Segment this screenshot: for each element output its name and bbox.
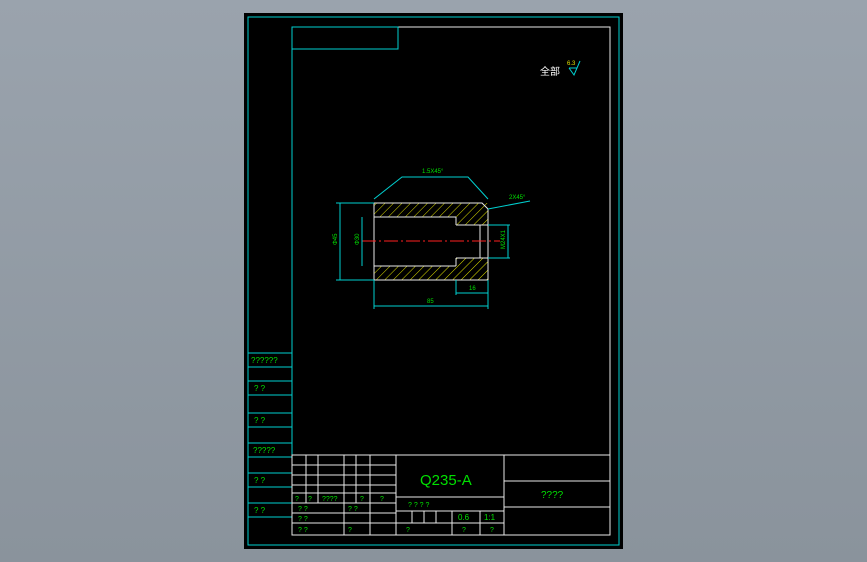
dim-thread: M24X1 [501, 229, 507, 249]
dim-inner-diameter: Φ30 [355, 233, 361, 245]
dim-length-thread: 16 [469, 286, 476, 292]
dim-length-total: 85 [427, 299, 434, 305]
dim-outer-diameter: Φ45 [333, 233, 339, 245]
right-chamfer-leader [487, 200, 531, 210]
left-strip-6: ? ? [254, 506, 266, 515]
sign-row-5: ? [380, 496, 384, 503]
part-name: ???? [541, 490, 564, 501]
surface-note-label: 全部 [540, 65, 560, 78]
dim-top-chamfer: 1.5X45° [422, 169, 444, 175]
bottom-cell-1: ? ? ? ? [408, 502, 430, 509]
bottom-cell-3: ? [462, 527, 466, 534]
left-strip-2: ? ? [254, 384, 266, 393]
surface-roughness-value: 6.3 [567, 61, 576, 67]
row-mark-4: ? ? [298, 527, 308, 534]
material-label: Q235-A [420, 472, 472, 489]
row-mark-3: ? ? [298, 516, 308, 523]
hatch-bottom-wall [374, 266, 456, 280]
bottom-cell-2: ? [406, 527, 410, 534]
row-mark-1: ? ? [298, 506, 308, 513]
left-strip-4: ????? [253, 446, 276, 455]
left-strip-5: ? ? [254, 476, 266, 485]
sign-row-2: ? [308, 496, 312, 503]
sign-row-3: ???? [322, 496, 338, 503]
hatch-thread-top [456, 203, 488, 225]
top-chamfer-leader [373, 176, 489, 200]
outer-frame [247, 16, 620, 546]
scale-value: 0.6 [458, 513, 470, 522]
left-strip-3: ? ? [254, 416, 266, 425]
left-strip: ?????? ? ? ? ? ????? ? ? ? ? [247, 352, 293, 518]
hatch-thread-bottom [456, 258, 488, 280]
cad-drawing: 全部 6.3 1.5X45° 2X45° Φ45 Φ30 M24X1 85 16 [247, 16, 620, 546]
row-mark-2: ? ? [348, 506, 358, 513]
drawing-sheet: 全部 6.3 1.5X45° 2X45° Φ45 Φ30 M24X1 85 16 [244, 13, 623, 549]
hatch-top-wall [374, 203, 456, 217]
code-box [291, 26, 399, 50]
row-mark-5: ? [348, 527, 352, 534]
inner-frame [291, 26, 611, 536]
bottom-cell-4: ? [490, 527, 494, 534]
ratio-value: 1:1 [484, 513, 496, 522]
sign-row-4: ? [360, 496, 364, 503]
sign-row-1: ? [295, 496, 299, 503]
left-strip-1: ?????? [251, 356, 278, 365]
dim-right-chamfer: 2X45° [509, 195, 526, 201]
